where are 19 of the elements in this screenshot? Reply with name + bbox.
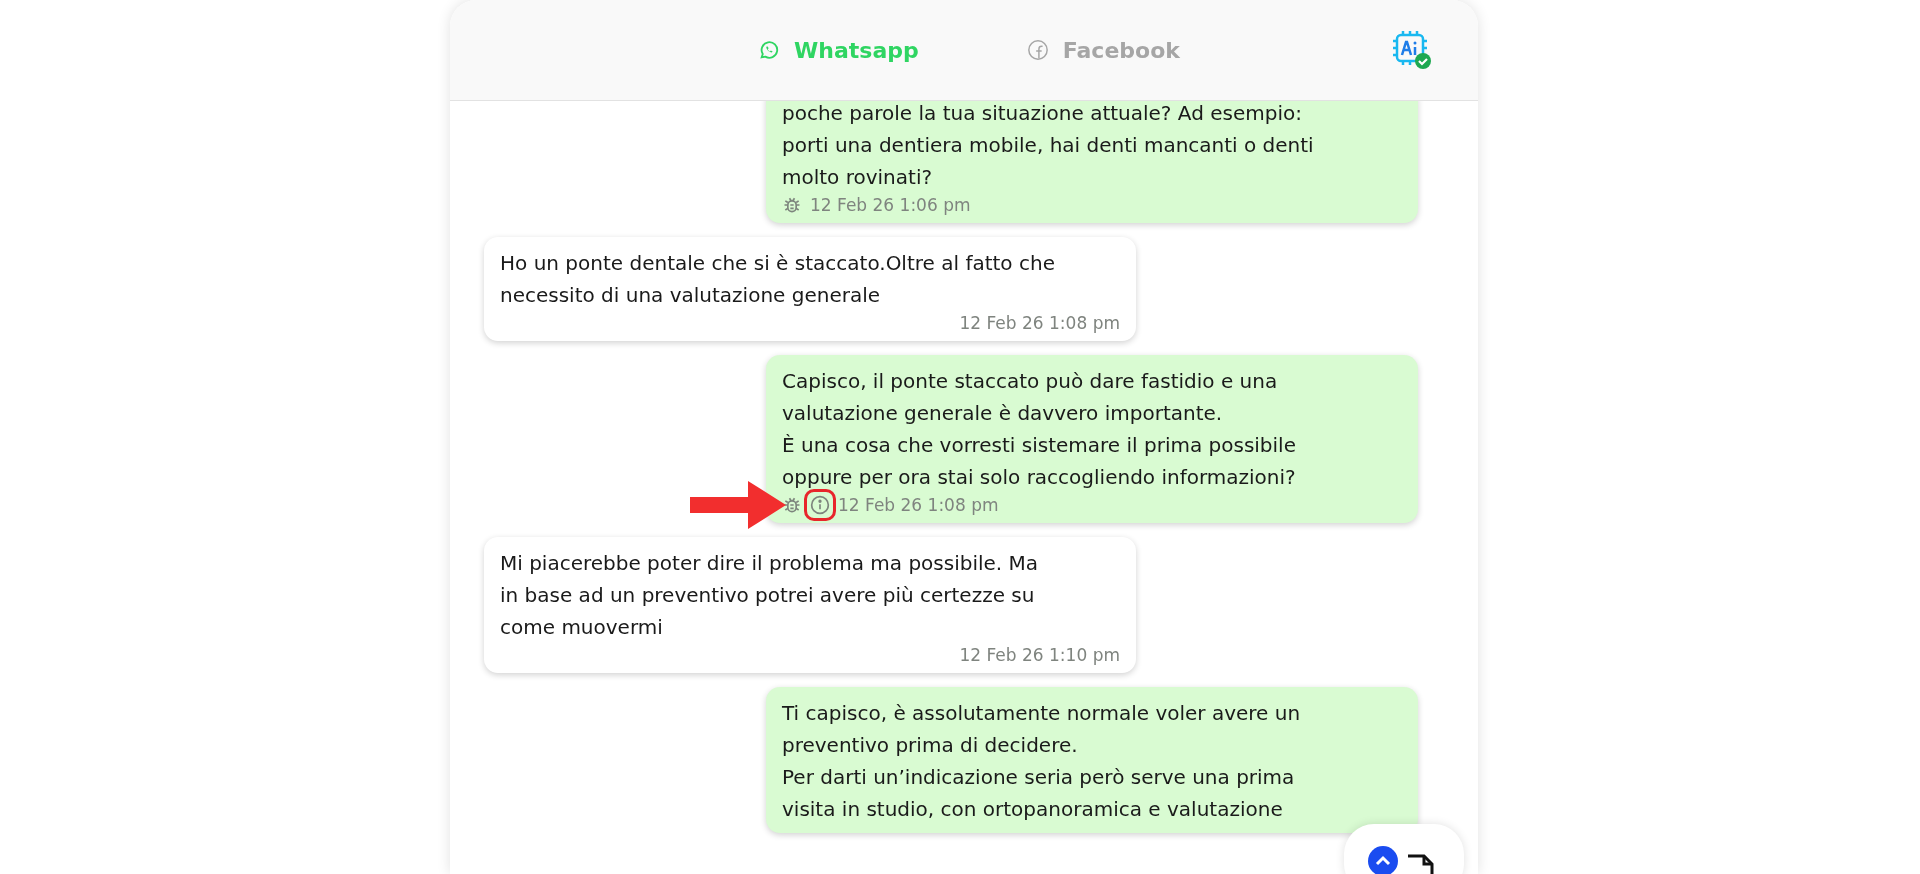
message-timestamp: 12 Feb 26 1:10 pm	[959, 645, 1120, 665]
message-timestamp: 12 Feb 26 1:08 pm	[838, 495, 999, 515]
bug-icon	[782, 495, 802, 515]
channel-tab[interactable]: Whatsapp	[754, 31, 923, 69]
info-icon[interactable]	[810, 495, 830, 515]
bug-icon	[782, 195, 802, 215]
message-text: Ti capisco, è assolutamente normale voler avere un preventivo prima di decidere. Per darti un’indicazione seria però serve una prima visita in studio, con ortopanoramica e valutazione	[782, 700, 1302, 823]
channel-tab[interactable]: Facebook	[1022, 31, 1184, 69]
whatsapp-icon	[758, 39, 781, 61]
floating-widget[interactable]	[1344, 824, 1464, 874]
chevron-up-icon[interactable]	[1368, 846, 1398, 874]
facebook-icon	[1026, 39, 1049, 61]
message-timestamp: 12 Feb 26 1:06 pm	[810, 195, 971, 215]
message-text: Capisco, il ponte staccato può dare fastidio e una valutazione generale è davvero importante. È una cosa che vorresti sistemare il prima possibile oppure per ora stai solo raccogliendo informazioni?	[782, 368, 1297, 491]
message-text: Ho un ponte dentale che si è staccato.Oltre al fatto che necessito di una valutazione generale	[500, 250, 1056, 309]
message-text: poche parole la tua situazione attuale? Ad esempio: porti una dentiera mobile, hai denti mancanti o denti molto rovinati?	[782, 101, 1315, 191]
ai-chip-icon[interactable]	[1392, 30, 1432, 70]
message-timestamp: 12 Feb 26 1:08 pm	[959, 313, 1120, 333]
message-text: Mi piacerebbe poter dire il problema ma possibile. Ma in base ad un preventivo potrei avere più certezze su come muovermi	[500, 550, 1040, 641]
